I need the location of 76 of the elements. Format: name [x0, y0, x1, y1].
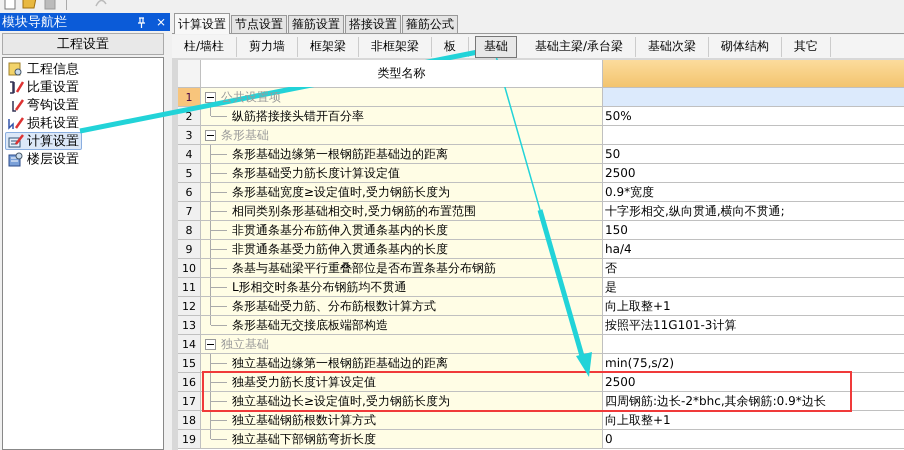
row-number: 13 [178, 316, 201, 334]
row-number: 15 [178, 354, 201, 372]
nav-item[interactable]: 弯钩设置 [5, 96, 82, 114]
table-cell[interactable]: 50% [603, 107, 904, 125]
table-cell[interactable]: 十字形相交,纵向贯通,横向不贯通; [603, 202, 904, 220]
row-number: 16 [178, 373, 201, 391]
table-cell: 条形基础受力筋、分布筋根数计算方式 [201, 297, 603, 315]
table-cell[interactable]: 0 [603, 430, 904, 448]
table-cell[interactable]: ha/4 [603, 240, 904, 258]
table-cell[interactable]: 按照平法11G101-3计算 [603, 316, 904, 334]
table-cell: 独基受力筋长度计算设定值 [201, 373, 603, 391]
category-button[interactable]: 柱/墙柱 [172, 36, 238, 56]
panel-title: 模块导航栏 [2, 14, 67, 31]
table-cell[interactable]: 2500 [603, 373, 904, 391]
table-cell[interactable]: 向上取整+1 [603, 297, 904, 315]
table-cell: 相同类别条形基础相交时,受力钢筋的布置范围 [201, 202, 603, 220]
table-cell[interactable]: 50 [603, 145, 904, 163]
category-button[interactable]: 基础 [475, 36, 518, 58]
row-number: 8 [178, 221, 201, 239]
table-cell[interactable]: 2500 [603, 164, 904, 182]
category-button[interactable]: 非框架梁 [359, 36, 432, 56]
row-number: 6 [178, 183, 201, 201]
row-number: 18 [178, 411, 201, 429]
row-number: 5 [178, 164, 201, 182]
row-number: 19 [178, 430, 201, 448]
table-cell: 条基与基础梁平行重叠部位是否布置条基分布钢筋 [201, 259, 603, 277]
category-button[interactable]: 剪力墙 [237, 36, 298, 56]
tab[interactable]: 计算设置 [174, 13, 230, 34]
nav-item[interactable]: 工程信息 [5, 60, 82, 78]
row-number: 1 [178, 88, 201, 106]
table-cell: 条形基础无交接底板端部构造 [201, 316, 603, 334]
row-number: 3 [178, 126, 201, 144]
table-cell: 独立基础边缘第一根钢筋距基础边的距离 [201, 354, 603, 372]
table-cell: 独立基础边长≥设定值时,受力钢筋长度为 [201, 392, 603, 410]
category-button[interactable]: 砌体结构 [709, 36, 782, 56]
nav-item[interactable]: 计算设置 [5, 132, 82, 150]
table-cell[interactable]: 是 [603, 278, 904, 296]
table-cell: 独立基础下部钢筋弯折长度 [201, 430, 603, 448]
category-button[interactable]: 框架梁 [298, 36, 360, 56]
tab[interactable]: 节点设置 [231, 15, 287, 33]
table-cell: 非贯通条基分布筋伸入贯通条基内的长度 [201, 221, 603, 239]
close-button[interactable]: × [156, 15, 166, 29]
table-cell[interactable]: 四周钢筋:边长-2*bhc,其余钢筋:0.9*边长 [603, 392, 904, 410]
row-number: 9 [178, 240, 201, 258]
category-button[interactable]: 其它 [782, 36, 832, 56]
table-cell: 条形基础受力筋长度计算设定值 [201, 164, 603, 182]
table-cell: 独立基础钢筋根数计算方式 [201, 411, 603, 429]
row-number: 14 [178, 335, 201, 353]
tab[interactable]: 箍筋设置 [288, 15, 344, 33]
row-number: 4 [178, 145, 201, 163]
table-cell[interactable]: min(75,s/2) [603, 354, 904, 372]
row-number: 17 [178, 392, 201, 410]
nav-item[interactable]: 楼层设置 [5, 150, 82, 168]
table-cell: L形相交时条基分布钢筋均不贯通 [201, 278, 603, 296]
row-number: 10 [178, 259, 201, 277]
table-cell: 非贯通条基受力筋伸入贯通条基内的长度 [201, 240, 603, 258]
table-cell[interactable]: 向上取整+1 [603, 411, 904, 429]
category-button[interactable]: 基础主梁/承台梁 [523, 36, 636, 56]
row-number: 11 [178, 278, 201, 296]
table-cell: 条形基础边缘第一根钢筋距基础边的距离 [201, 145, 603, 163]
table-cell[interactable]: 否 [603, 259, 904, 277]
table-cell: 条形基础宽度≥设定值时,受力钢筋长度为 [201, 183, 603, 201]
table-cell: 条形基础 [201, 126, 603, 144]
row-number: 7 [178, 202, 201, 220]
tab[interactable]: 搭接设置 [345, 15, 401, 33]
row-number: 12 [178, 297, 201, 315]
category-button[interactable]: 基础次梁 [636, 36, 710, 56]
table-cell: 独立基础 [201, 335, 603, 353]
category-button[interactable]: 板 [432, 36, 470, 56]
table-cell[interactable]: 150 [603, 221, 904, 239]
nav-item[interactable]: 损耗设置 [5, 114, 82, 132]
table-cell: 纵筋搭接接头错开百分率 [201, 107, 603, 125]
tab[interactable]: 箍筋公式 [402, 15, 458, 33]
section-header[interactable]: 工程设置 [2, 33, 164, 55]
nav-item[interactable]: 比重设置 [5, 78, 82, 96]
table-cell[interactable]: 0.9*宽度 [603, 183, 904, 201]
